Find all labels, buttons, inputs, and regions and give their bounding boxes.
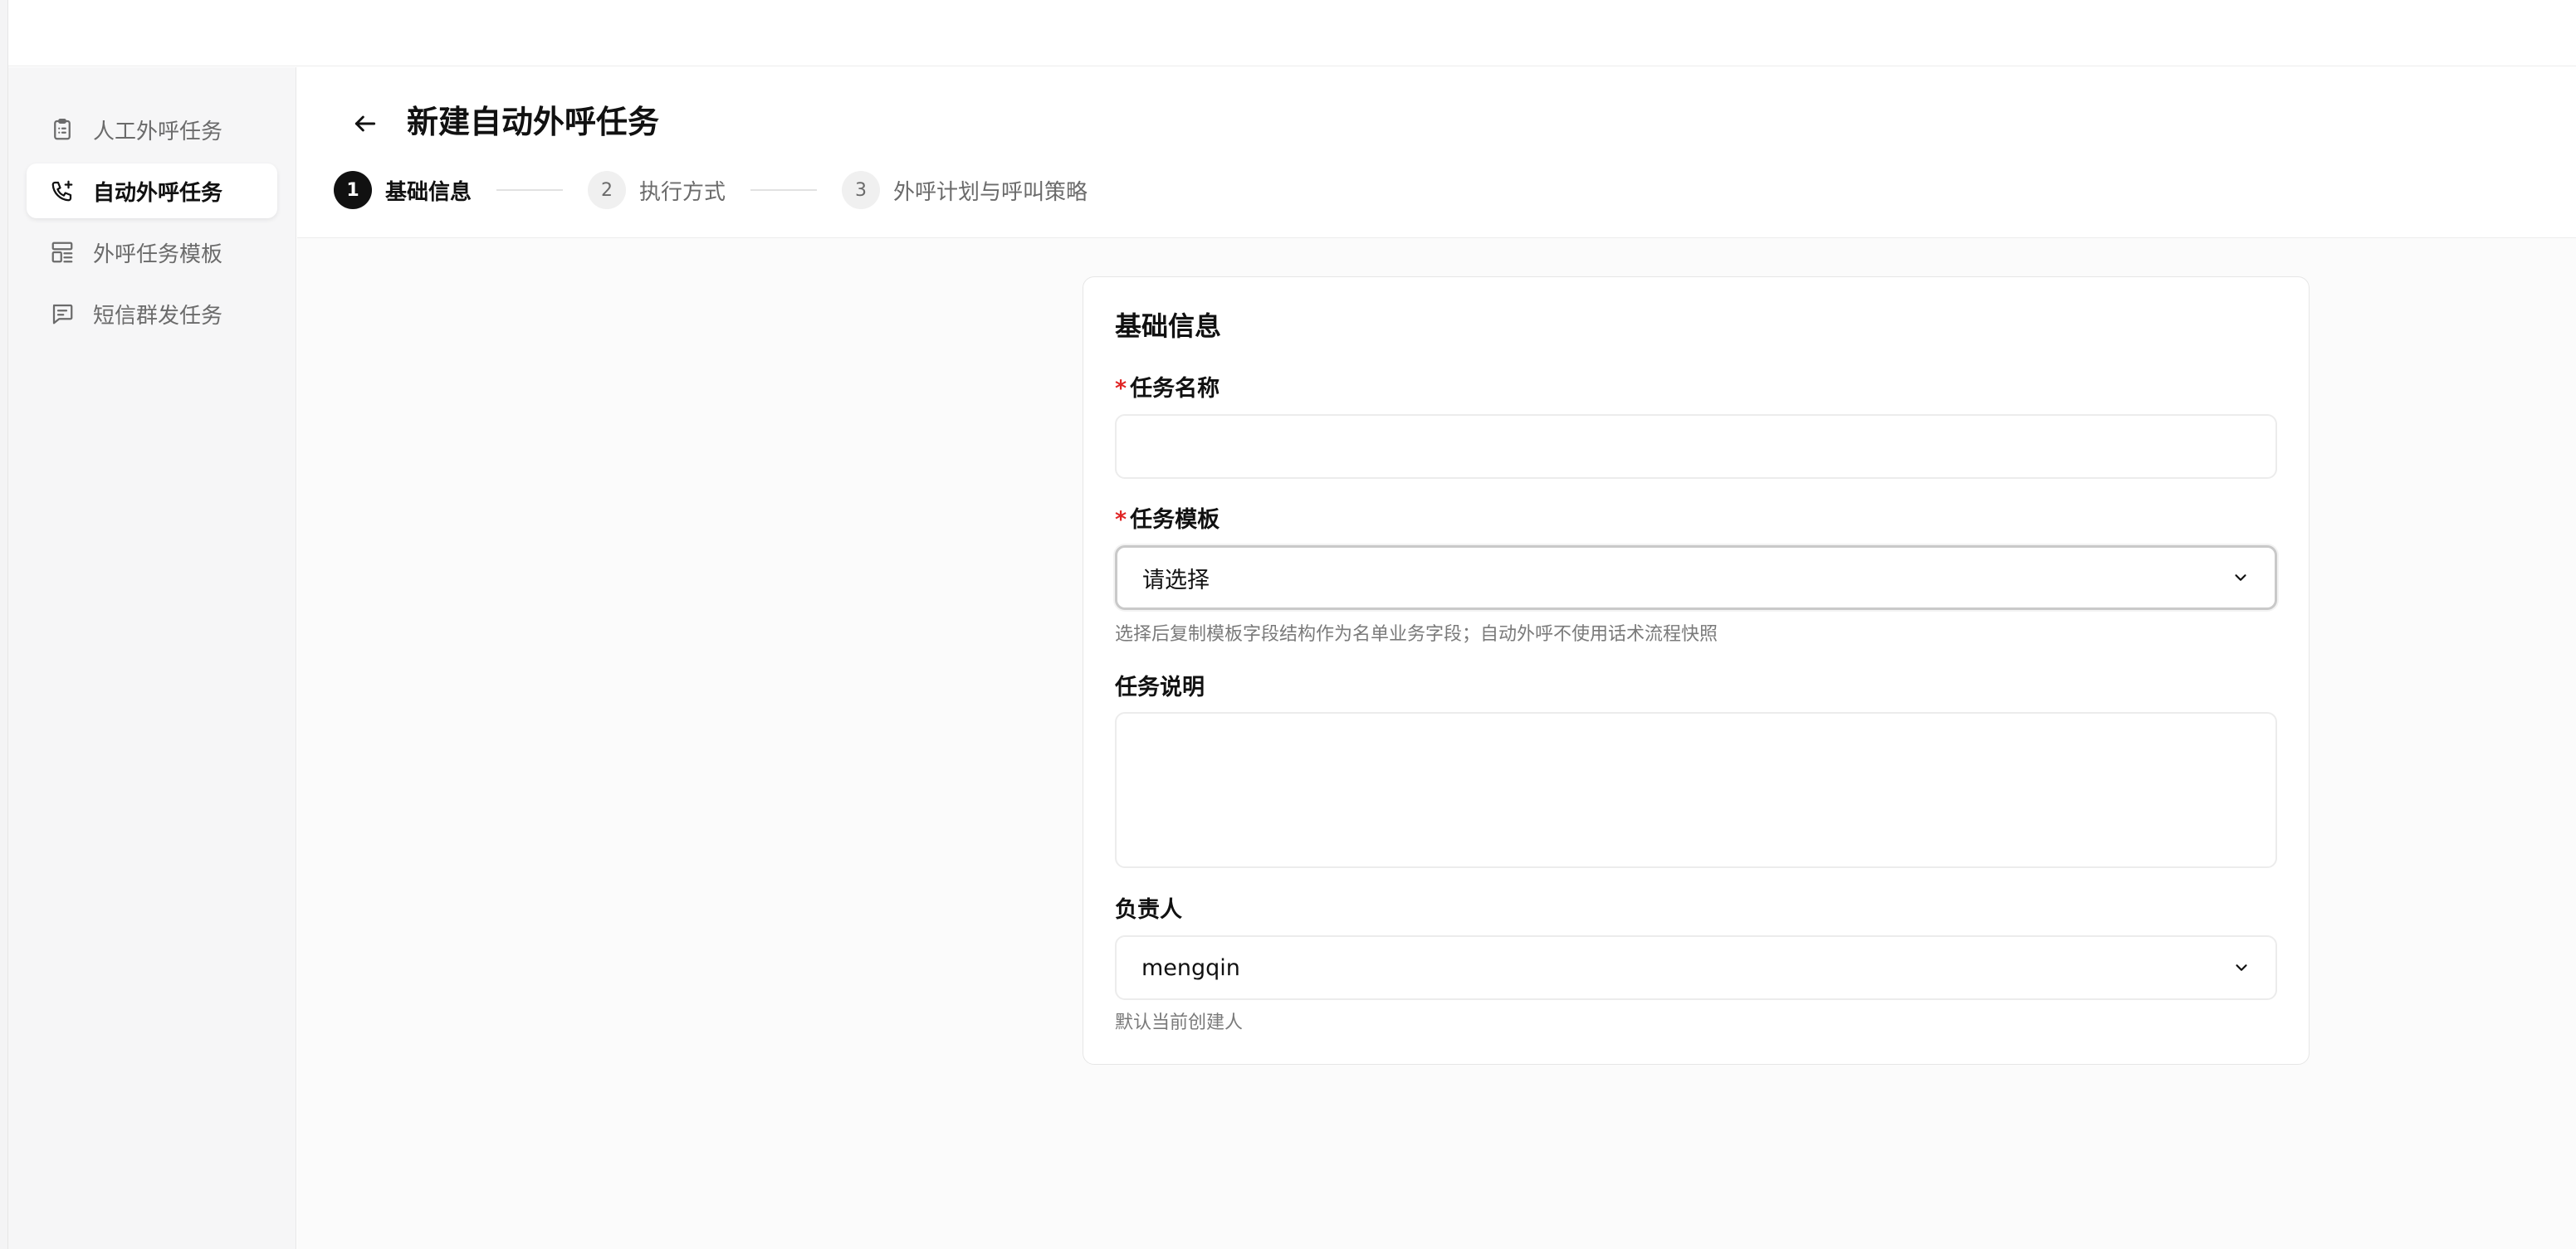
owner-value: mengqin [1141,954,1240,981]
owner-label: 负责人 [1115,897,1182,923]
sidebar-item-label: 外呼任务模板 [93,242,223,267]
basic-info-card: 基础信息 * 任务名称 * 任务模板 请选择 选择后复制模板字段结构作为名单业务字段… [1083,276,2310,1065]
step-call-plan-strategy[interactable]: 3 外呼计划与呼叫策略 [842,171,1088,209]
step-number: 2 [588,171,627,209]
page-title: 新建自动外呼任务 [407,104,660,140]
owner-select[interactable]: mengqin [1115,935,2277,1000]
step-connector [750,189,818,191]
main-content: 新建自动外呼任务 1 基础信息 2 执行方式 3 外呼计划与呼叫策略 基础信息 … [297,67,2576,1249]
task-template-label: * 任务模板 [1115,501,1220,534]
layout-template-icon [51,242,73,263]
sidebar-item-label: 自动外呼任务 [93,180,223,206]
sidebar-item-label: 人工外呼任务 [93,119,223,144]
phone-call-icon [51,180,73,202]
step-connector [496,189,564,191]
step-number: 1 [334,171,372,209]
page-header: 新建自动外呼任务 1 基础信息 2 执行方式 3 外呼计划与呼叫策略 [297,67,2576,238]
arrow-left-icon [354,115,376,132]
top-bar [8,0,2576,66]
task-description-label: 任务说明 [1115,675,1205,700]
chevron-down-icon [2235,574,2246,581]
window-edge [0,0,8,1249]
sidebar-item-auto-call-tasks[interactable]: 自动外呼任务 [27,163,277,218]
step-execution-mode[interactable]: 2 执行方式 [588,171,726,209]
back-button[interactable] [344,102,387,145]
sidebar-item-manual-call-tasks[interactable]: 人工外呼任务 [27,102,277,157]
step-label: 基础信息 [385,179,472,205]
stepper: 1 基础信息 2 执行方式 3 外呼计划与呼叫策略 [334,170,1088,210]
section-title: 基础信息 [1115,310,1222,342]
step-number: 3 [842,171,881,209]
clipboard-icon [54,119,71,140]
sidebar-item-call-task-templates[interactable]: 外呼任务模板 [27,225,277,280]
task-template-label-text: 任务模板 [1130,507,1220,533]
sidebar-item-label: 短信群发任务 [93,303,223,329]
sidebar-item-sms-tasks[interactable]: 短信群发任务 [27,286,277,341]
task-name-input[interactable] [1115,414,2277,479]
required-mark: * [1115,376,1127,402]
owner-hint: 默认当前创建人 [1115,1012,1244,1033]
task-template-value: 请选择 [1142,567,1210,593]
step-label: 外呼计划与呼叫策略 [893,179,1088,205]
task-template-hint: 选择后复制模板字段结构作为名单业务字段；自动外呼不使用话术流程快照 [1115,624,1718,645]
task-name-label-text: 任务名称 [1130,376,1220,402]
required-mark: * [1115,507,1127,533]
step-label: 执行方式 [639,179,726,205]
sidebar: 人工外呼任务 自动外呼任务 外呼任务模板 短信群发任务 [8,67,296,1249]
task-template-select[interactable]: 请选择 [1115,545,2277,610]
task-name-label: * 任务名称 [1115,370,1220,403]
chevron-down-icon [2236,964,2247,971]
message-square-icon [52,304,73,324]
task-description-textarea[interactable] [1115,712,2277,868]
step-basic-info[interactable]: 1 基础信息 [334,171,472,209]
